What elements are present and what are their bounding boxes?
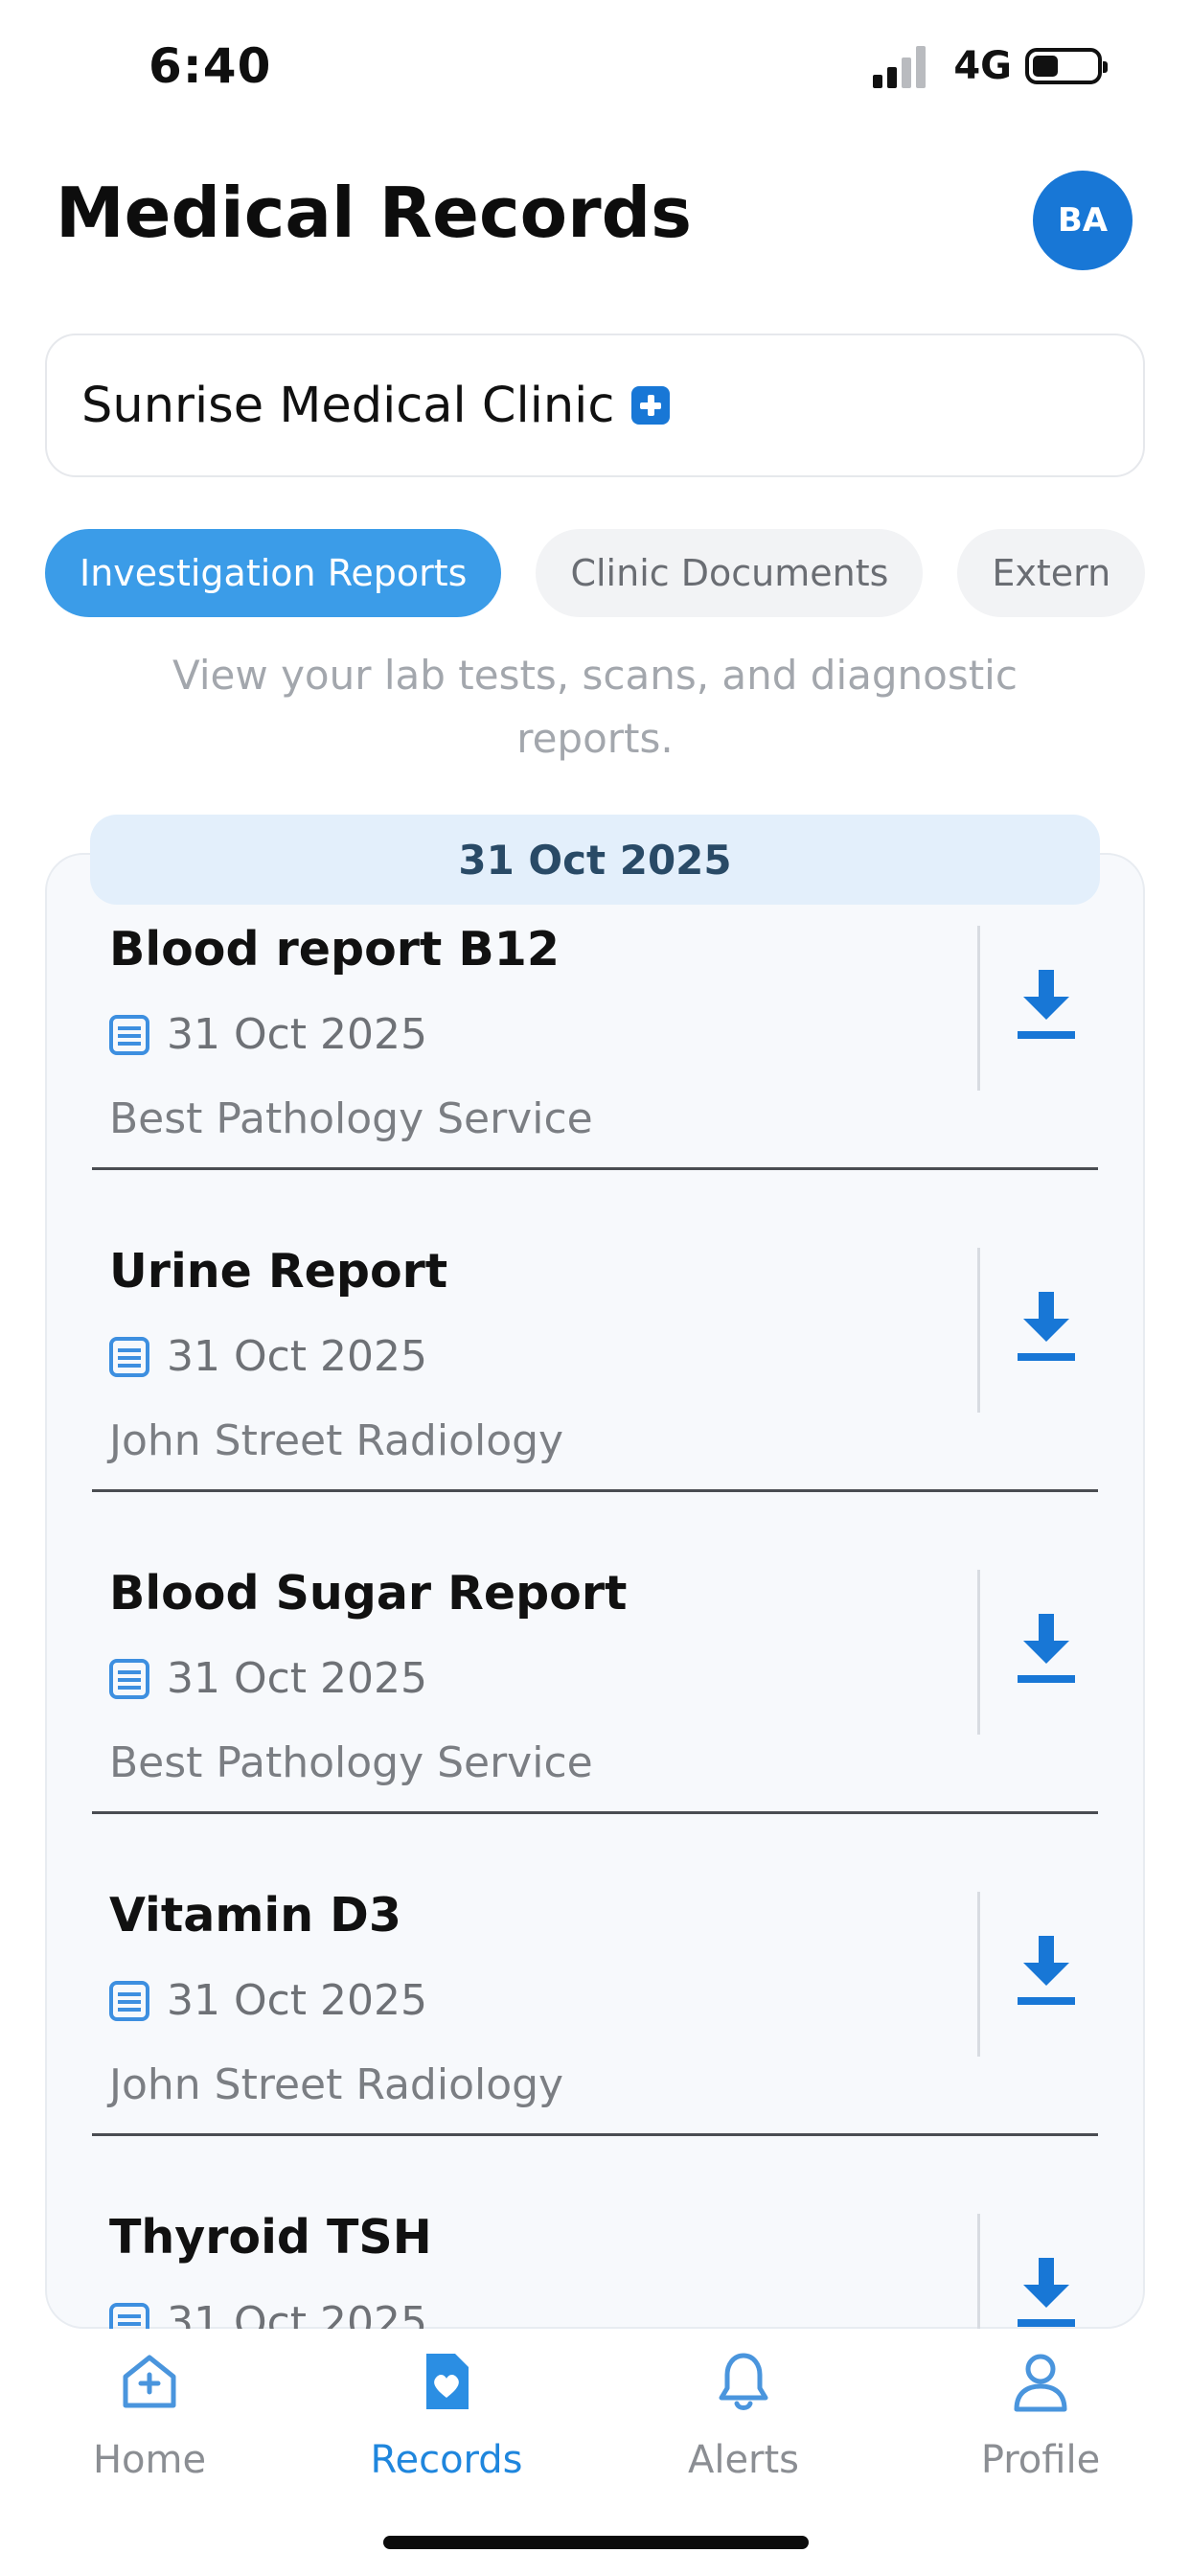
avatar[interactable]: BA: [1033, 171, 1133, 270]
nav-alerts-label: Alerts: [687, 2438, 800, 2482]
record-item[interactable]: Blood report B12 31 Oct 2025 Best Patholog…: [92, 922, 1098, 1244]
bell-icon: [719, 2353, 768, 2410]
status-time: 6:40: [149, 38, 272, 94]
record-date: 31 Oct 2025: [167, 1332, 428, 1381]
medical-cross-icon: [631, 386, 671, 425]
user-icon: [1014, 2354, 1067, 2412]
record-date: 31 Oct 2025: [167, 1010, 428, 1059]
record-source: Best Pathology Service: [109, 1738, 593, 1787]
vertical-divider: [977, 1248, 980, 1413]
section-description: View your lab tests, scans, and diagnost…: [172, 652, 1018, 762]
vertical-divider: [977, 1892, 980, 2057]
record-date-row: 31 Oct 2025: [109, 1010, 427, 1059]
record-title: Blood Sugar Report: [109, 1566, 628, 1621]
record-date-row: 31 Oct 2025: [109, 1654, 427, 1703]
nav-profile-label: Profile: [980, 2438, 1101, 2482]
record-date: 31 Oct 2025: [167, 1976, 428, 2025]
records-heart-icon: [426, 2354, 469, 2409]
tab-investigation-reports[interactable]: Investigation Reports: [45, 529, 502, 617]
nav-records-label: Records: [370, 2438, 523, 2482]
record-source: John Street Radiology: [109, 1416, 564, 1465]
record-date: 31 Oct 2025: [167, 1654, 428, 1703]
row-divider: [92, 1167, 1098, 1170]
record-title: Thyroid TSH: [109, 2210, 432, 2265]
vertical-divider: [977, 926, 980, 1091]
record-date-row: 31 Oct 2025: [109, 1976, 427, 2025]
download-icon[interactable]: [1018, 1936, 1075, 2007]
record-item[interactable]: Vitamin D3 31 Oct 2025 John Street Radiolo…: [92, 1888, 1098, 2210]
download-icon[interactable]: [1018, 970, 1075, 1041]
network-label: 4G: [953, 44, 1012, 88]
record-date-row: 31 Oct 2025: [109, 1332, 427, 1381]
calendar-icon: [109, 1014, 149, 1055]
page-title: Medical Records: [56, 172, 693, 253]
clinic-name: Sunrise Medical Clinic: [81, 377, 615, 434]
signal-icon: [873, 44, 940, 88]
record-title: Blood report B12: [109, 922, 560, 977]
vertical-divider: [977, 1570, 980, 1735]
download-icon[interactable]: [1018, 1292, 1075, 1363]
record-source: John Street Radiology: [109, 2060, 564, 2109]
record-title: Vitamin D3: [109, 1888, 401, 1943]
nav-home[interactable]: Home: [44, 2348, 255, 2482]
row-divider: [92, 2133, 1098, 2136]
tab-bar: Investigation Reports Clinic Documents E…: [45, 529, 1145, 617]
record-item[interactable]: Urine Report 31 Oct 2025 John Street Radio…: [92, 1244, 1098, 1566]
row-divider: [92, 1489, 1098, 1492]
nav-profile[interactable]: Profile: [935, 2348, 1146, 2482]
calendar-icon: [109, 1980, 149, 2021]
tab-external[interactable]: Extern: [957, 529, 1145, 617]
nav-alerts[interactable]: Alerts: [638, 2348, 849, 2482]
home-plus-icon: [123, 2355, 176, 2408]
clinic-selector[interactable]: Sunrise Medical Clinic: [45, 334, 1145, 477]
calendar-icon: [109, 1336, 149, 1377]
status-icons: 4G: [873, 44, 1108, 88]
calendar-icon: [109, 1658, 149, 1699]
battery-icon: [1025, 48, 1108, 84]
date-group-header: 31 Oct 2025: [90, 815, 1100, 905]
download-icon[interactable]: [1018, 1614, 1075, 1685]
row-divider: [92, 1811, 1098, 1814]
nav-home-label: Home: [92, 2438, 207, 2482]
record-item[interactable]: Blood Sugar Report 31 Oct 2025 Best Pathol…: [92, 1566, 1098, 1888]
tab-clinic-documents[interactable]: Clinic Documents: [536, 529, 924, 617]
nav-records[interactable]: Records: [341, 2348, 552, 2482]
download-icon[interactable]: [1018, 2258, 1075, 2329]
home-indicator: [383, 2536, 809, 2549]
record-source: Best Pathology Service: [109, 1094, 593, 1143]
record-title: Urine Report: [109, 1244, 448, 1299]
